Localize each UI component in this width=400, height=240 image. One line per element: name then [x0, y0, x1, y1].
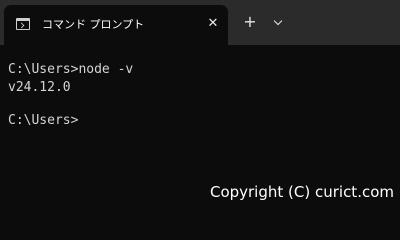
chevron-down-icon: [273, 16, 283, 26]
copyright-watermark: Copyright (C) curict.com: [209, 183, 394, 201]
terminal-line: C:\Users>: [8, 113, 79, 128]
command-prompt-icon: [16, 18, 30, 30]
terminal-line: C:\Users>node -v: [8, 62, 134, 77]
tab-dropdown-button[interactable]: [268, 12, 288, 32]
title-bar: コマンド プロンプト ✕ +: [0, 0, 400, 45]
terminal-output[interactable]: C:\Users>node -v v24.12.0 C:\Users>: [0, 45, 400, 205]
tab-title: コマンド プロンプト: [42, 18, 145, 31]
plus-icon: +: [243, 12, 257, 31]
close-tab-button[interactable]: ✕: [204, 15, 222, 33]
terminal-line: v24.12.0: [8, 80, 71, 95]
new-tab-button[interactable]: +: [240, 12, 260, 32]
tab-command-prompt[interactable]: コマンド プロンプト ✕: [4, 5, 228, 45]
close-icon: ✕: [207, 16, 219, 31]
